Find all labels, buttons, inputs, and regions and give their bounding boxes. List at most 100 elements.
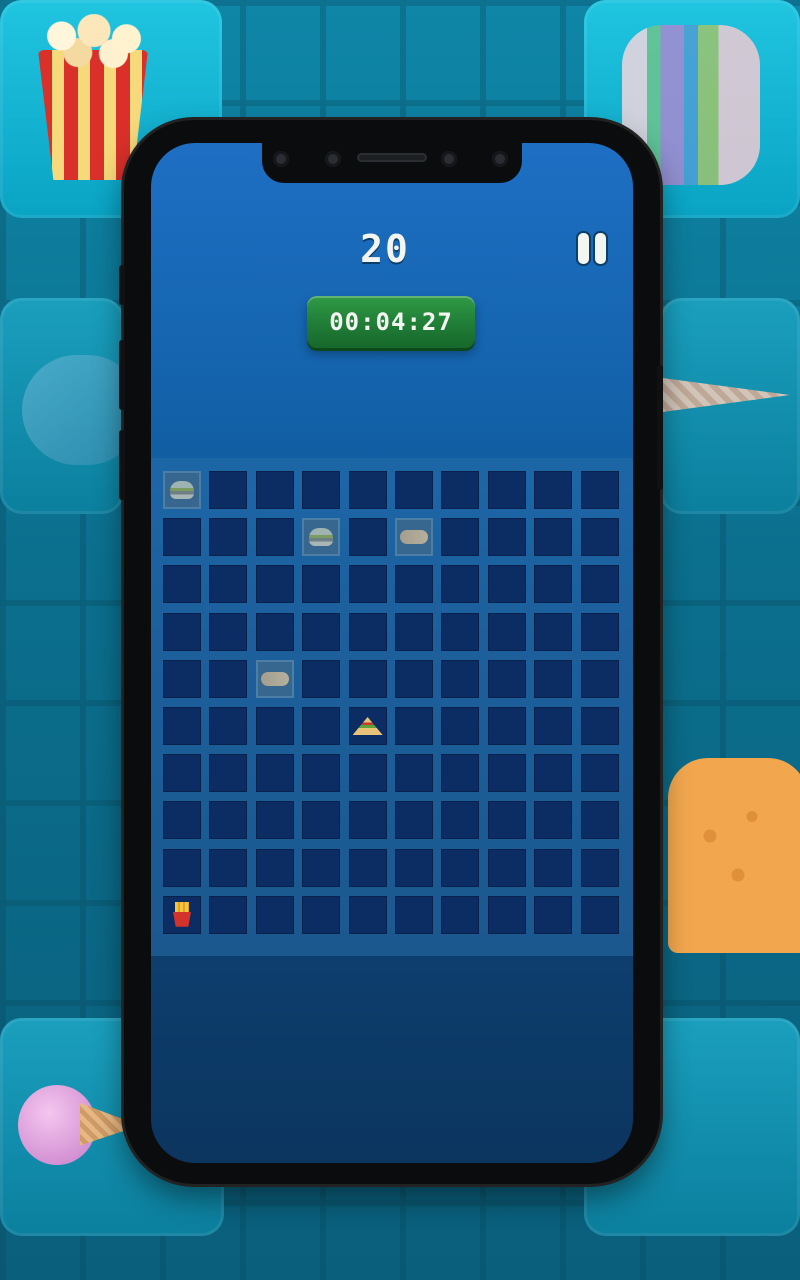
- grid-tile[interactable]: [580, 612, 619, 651]
- grid-tile[interactable]: [441, 801, 480, 840]
- grid-tile[interactable]: [395, 612, 433, 651]
- grid-tile[interactable]: [302, 801, 341, 840]
- grid-tile[interactable]: [534, 848, 573, 887]
- grid-tile-revealed[interactable]: [255, 659, 294, 698]
- grid-tile[interactable]: [487, 659, 526, 698]
- grid-tile[interactable]: [302, 707, 341, 745]
- grid-tile[interactable]: [255, 848, 294, 887]
- grid-tile[interactable]: [580, 518, 619, 557]
- grid-tile[interactable]: [163, 848, 201, 887]
- grid-tile[interactable]: [163, 612, 201, 651]
- grid-tile[interactable]: [395, 659, 433, 698]
- grid-tile[interactable]: [395, 707, 433, 745]
- grid-tile[interactable]: [163, 754, 201, 793]
- grid-tile[interactable]: [348, 895, 387, 934]
- grid-tile[interactable]: [534, 659, 573, 698]
- grid-tile[interactable]: [255, 895, 294, 934]
- grid-tile[interactable]: [302, 895, 341, 934]
- grid-tile[interactable]: [487, 518, 526, 557]
- grid-tile[interactable]: [580, 895, 619, 934]
- grid-tile[interactable]: [487, 707, 526, 745]
- grid-tile[interactable]: [487, 848, 526, 887]
- grid-tile[interactable]: [209, 612, 248, 651]
- grid-tile[interactable]: [163, 659, 201, 698]
- grid-tile[interactable]: [395, 895, 433, 934]
- grid-tile[interactable]: [255, 471, 294, 509]
- grid-tile[interactable]: [348, 801, 387, 840]
- grid-tile[interactable]: [209, 565, 248, 604]
- grid-tile[interactable]: [441, 612, 480, 651]
- grid-tile[interactable]: [534, 518, 573, 557]
- grid-tile[interactable]: [580, 801, 619, 840]
- grid-tile[interactable]: [441, 895, 480, 934]
- grid-tile[interactable]: [348, 754, 387, 793]
- grid-tile[interactable]: [163, 518, 201, 557]
- grid-tile[interactable]: [255, 612, 294, 651]
- grid-tile-revealed[interactable]: [302, 518, 341, 557]
- grid-tile[interactable]: [395, 848, 433, 887]
- grid-tile[interactable]: [302, 612, 341, 651]
- grid-tile[interactable]: [487, 471, 526, 509]
- grid-tile[interactable]: [395, 565, 433, 604]
- grid-tile[interactable]: [255, 801, 294, 840]
- grid-tile[interactable]: [348, 848, 387, 887]
- pause-button[interactable]: [576, 233, 608, 265]
- grid-tile-revealed[interactable]: [163, 895, 201, 934]
- grid-tile[interactable]: [580, 565, 619, 604]
- grid-tile[interactable]: [209, 848, 248, 887]
- grid-tile[interactable]: [163, 565, 201, 604]
- grid-tile[interactable]: [534, 754, 573, 793]
- grid-tile[interactable]: [534, 471, 573, 509]
- grid-tile[interactable]: [348, 471, 387, 509]
- grid-tile[interactable]: [348, 518, 387, 557]
- grid-tile-revealed[interactable]: [348, 707, 387, 745]
- grid-tile[interactable]: [163, 707, 201, 745]
- grid-tile[interactable]: [534, 565, 573, 604]
- grid-tile[interactable]: [163, 801, 201, 840]
- grid-tile[interactable]: [441, 565, 480, 604]
- grid-tile[interactable]: [209, 518, 248, 557]
- grid-tile[interactable]: [348, 565, 387, 604]
- grid-tile[interactable]: [534, 895, 573, 934]
- grid-tile[interactable]: [302, 659, 341, 698]
- grid-tile[interactable]: [580, 754, 619, 793]
- grid-tile[interactable]: [441, 471, 480, 509]
- grid-tile[interactable]: [487, 754, 526, 793]
- grid-tile[interactable]: [209, 659, 248, 698]
- grid-tile[interactable]: [487, 612, 526, 651]
- grid-tile[interactable]: [441, 659, 480, 698]
- grid-tile[interactable]: [255, 754, 294, 793]
- grid-tile-revealed[interactable]: [395, 518, 433, 557]
- grid-tile[interactable]: [302, 565, 341, 604]
- grid-tile[interactable]: [395, 471, 433, 509]
- grid-tile[interactable]: [534, 612, 573, 651]
- grid-tile[interactable]: [348, 612, 387, 651]
- grid-tile[interactable]: [255, 707, 294, 745]
- grid-tile[interactable]: [580, 848, 619, 887]
- grid-tile[interactable]: [441, 518, 480, 557]
- grid-tile[interactable]: [209, 895, 248, 934]
- grid-tile[interactable]: [255, 565, 294, 604]
- grid-tile[interactable]: [534, 707, 573, 745]
- grid-tile[interactable]: [441, 848, 480, 887]
- grid-tile[interactable]: [302, 848, 341, 887]
- grid-tile[interactable]: [209, 707, 248, 745]
- grid-tile[interactable]: [580, 471, 619, 509]
- grid-tile[interactable]: [209, 754, 248, 793]
- grid-tile-revealed[interactable]: [163, 471, 201, 509]
- grid-tile[interactable]: [395, 801, 433, 840]
- grid-tile[interactable]: [302, 471, 341, 509]
- grid-tile[interactable]: [255, 518, 294, 557]
- grid-tile[interactable]: [348, 659, 387, 698]
- grid-tile[interactable]: [209, 471, 248, 509]
- grid-tile[interactable]: [580, 707, 619, 745]
- grid-tile[interactable]: [441, 707, 480, 745]
- grid-tile[interactable]: [395, 754, 433, 793]
- grid-tile[interactable]: [534, 801, 573, 840]
- grid-tile[interactable]: [487, 801, 526, 840]
- grid-tile[interactable]: [487, 565, 526, 604]
- grid-tile[interactable]: [302, 754, 341, 793]
- grid-tile[interactable]: [209, 801, 248, 840]
- grid-tile[interactable]: [441, 754, 480, 793]
- grid-tile[interactable]: [580, 659, 619, 698]
